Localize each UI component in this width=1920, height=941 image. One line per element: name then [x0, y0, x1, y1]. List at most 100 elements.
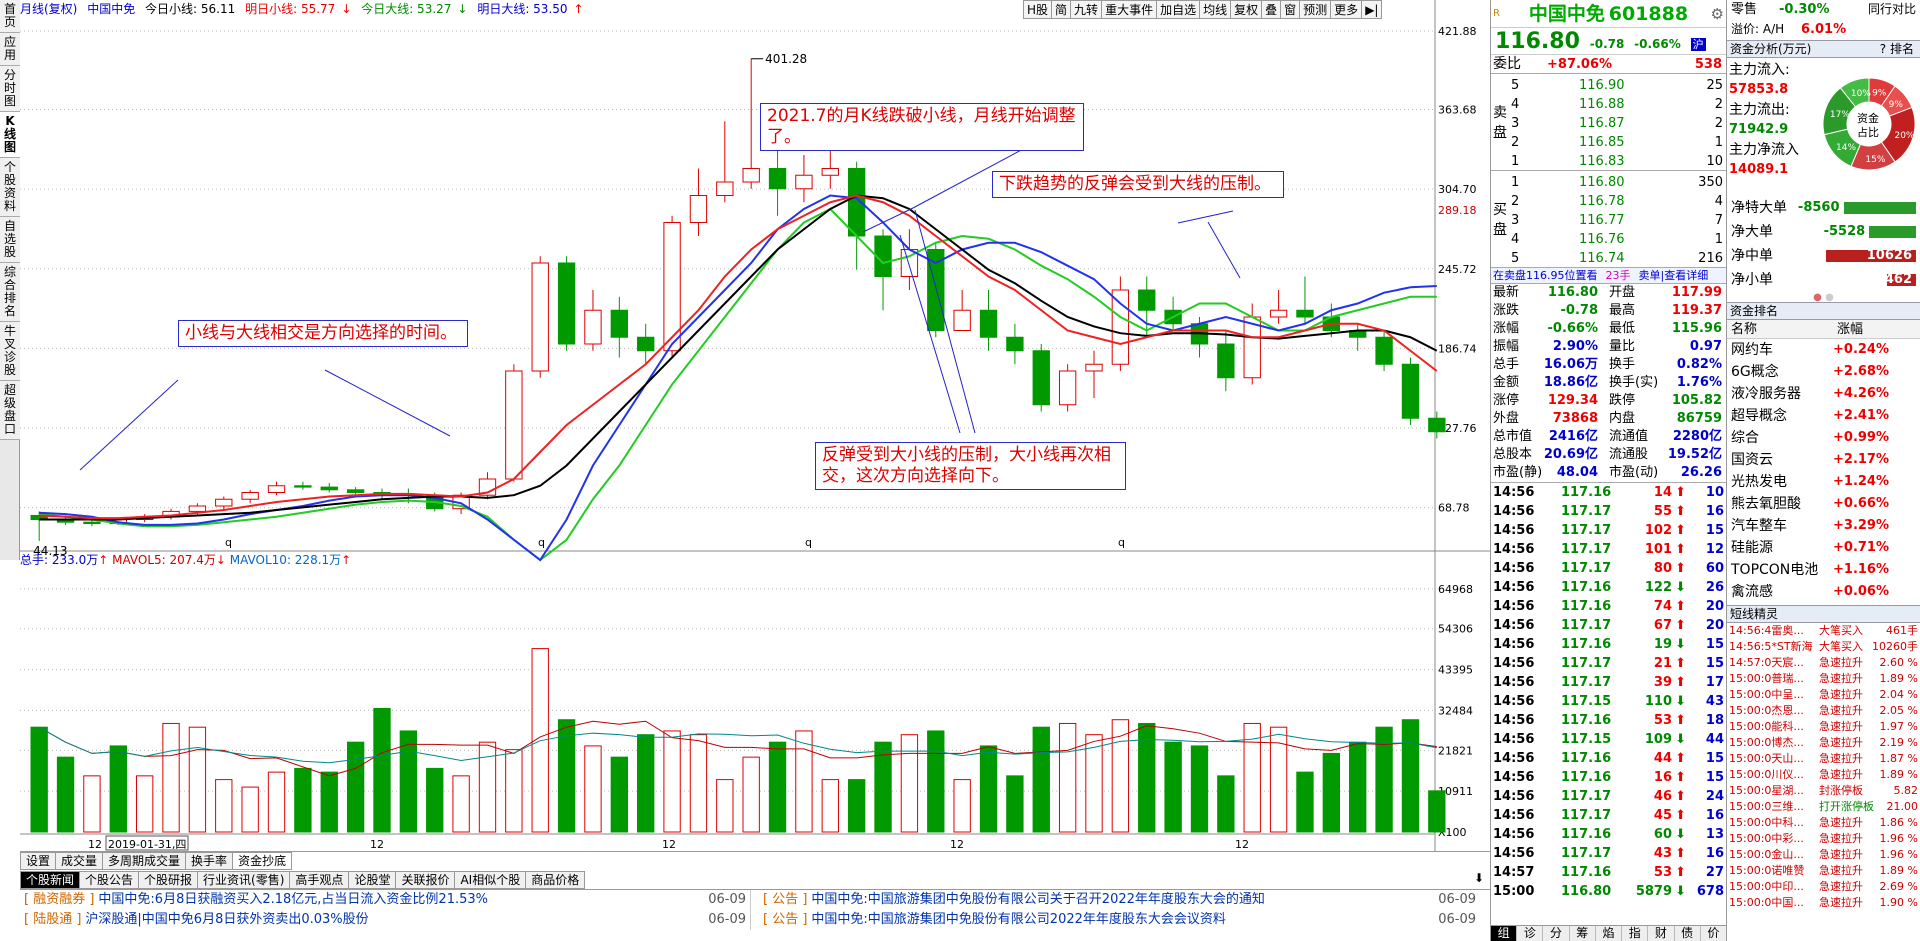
elf-row[interactable]: 15:00:0中呈... 急速拉升 2.04 %: [1727, 687, 1920, 703]
quote-tab-4[interactable]: 焰: [1596, 926, 1623, 941]
news-date: 06-09: [1438, 892, 1476, 907]
stat-row: 市盈(静) 48.04 市盈(动) 26.26: [1493, 465, 1722, 480]
indicator-tool-1[interactable]: 成交量: [55, 852, 104, 870]
left-tab-7[interactable]: 牛叉诊股: [0, 322, 20, 381]
volume-bar: [768, 741, 787, 833]
rank-row[interactable]: 光热发电 +1.24%: [1727, 471, 1920, 493]
quote-tab-5[interactable]: 指: [1622, 926, 1649, 941]
news-tab-8[interactable]: 商品价格: [525, 871, 586, 889]
quote-tab-7[interactable]: 债: [1675, 926, 1701, 941]
volume-bar: [1217, 775, 1235, 833]
news-item[interactable]: [ 陆股通 ] 沪深股通|中国中免6月8日获外资卖出0.03%股份 06-09: [24, 910, 750, 930]
order-book-row[interactable]: 3 116.87 2: [1511, 114, 1725, 133]
peer-compare-link[interactable]: 同行对比: [1868, 0, 1916, 19]
depth-detail-link[interactable]: 卖单|查看详细: [1639, 269, 1709, 282]
indicator-tool-4[interactable]: 资金抄底: [232, 852, 293, 870]
rank-row[interactable]: 硅能源 +0.71%: [1727, 537, 1920, 559]
order-book-row[interactable]: 5 116.74 216: [1511, 249, 1725, 268]
news-tab-6[interactable]: 关联报价: [395, 871, 456, 889]
news-item[interactable]: [ 融资融券 ] 中国中免:6月8日获融资买入2.18亿元,占当日流入资金比例21…: [24, 890, 750, 910]
flow-value: 71942.9: [1729, 122, 1789, 137]
indicator-tool-0[interactable]: 设置: [20, 852, 57, 870]
quote-tab-6[interactable]: 财: [1648, 926, 1675, 941]
news-tab-3[interactable]: 行业资讯(零售): [197, 871, 291, 889]
quote-tab-8[interactable]: 价: [1701, 926, 1727, 941]
news-tabs: 个股新闻 个股公告 个股研报 行业资讯(零售) 高手观点 论股堂 关联报价 AI相似个股 商品价…: [20, 871, 1490, 890]
elf-title: 短线精灵: [1727, 605, 1920, 623]
order-book-row[interactable]: 2 116.78 4: [1511, 192, 1725, 211]
news-tab-7[interactable]: AI相似个股: [454, 871, 527, 889]
rank-row[interactable]: 6G概念 +2.68%: [1727, 361, 1920, 383]
rank-row[interactable]: 液冷服务器 +4.26%: [1727, 383, 1920, 405]
elf-row[interactable]: 15:00:0诺唯赞 急速拉升 1.89 %: [1727, 863, 1920, 879]
sector-label[interactable]: 零售: [1731, 0, 1757, 19]
rank-col-change[interactable]: 涨幅: [1837, 320, 1863, 339]
left-tab-6[interactable]: 综合排名: [0, 263, 20, 322]
news-tab-2[interactable]: 个股研报: [138, 871, 199, 889]
elf-row[interactable]: 15:00:0能科... 急速拉升 1.97 %: [1727, 719, 1920, 735]
elf-row[interactable]: 15:00:0中印... 急速拉升 2.69 %: [1727, 879, 1920, 895]
rank-row[interactable]: 禽流感 +0.06%: [1727, 581, 1920, 603]
elf-row[interactable]: 15:00:0博杰... 急速拉升 2.19 %: [1727, 735, 1920, 751]
left-tab-5[interactable]: 自选股: [0, 217, 20, 263]
rank-row[interactable]: 综合 +0.99%: [1727, 427, 1920, 449]
elf-row[interactable]: 15:00:0普瑞... 急速拉升 1.89 %: [1727, 671, 1920, 687]
elf-row[interactable]: 15:00:0中国... 急速拉升 1.90 %: [1727, 895, 1920, 911]
net-flow-bar: [1869, 226, 1916, 238]
x-axis-label: 12: [950, 838, 964, 851]
news-tab-5[interactable]: 论股堂: [348, 871, 397, 889]
left-tab-2[interactable]: 分时图: [0, 66, 20, 112]
rank-col-name[interactable]: 名称: [1731, 320, 1757, 339]
kline-chart[interactable]: 421.88363.68304.70289.18245.72186.74127.…: [20, 0, 1490, 851]
left-tab-3[interactable]: K线图: [0, 112, 20, 158]
order-book-row[interactable]: 1 116.80 350: [1511, 173, 1725, 192]
net-flow-row: 净小单 3462: [1727, 268, 1920, 292]
news-tab-4[interactable]: 高手观点: [289, 871, 350, 889]
left-tab-0[interactable]: 首页: [0, 0, 20, 33]
quote-tab-1[interactable]: 诊: [1517, 926, 1544, 941]
rank-row[interactable]: 汽车整车 +3.29%: [1727, 515, 1920, 537]
order-book-row[interactable]: 2 116.85 1: [1511, 133, 1725, 152]
rank-row[interactable]: TOPCON电池 +1.16%: [1727, 559, 1920, 581]
news-title: 中国中免:中国旅游集团中免股份有限公司关于召开2022年年度股东大会的通知: [811, 892, 1265, 907]
indicator-tool-3[interactable]: 换手率: [185, 852, 234, 870]
quote-tab-0[interactable]: 组: [1491, 926, 1518, 941]
indicator-tool-2[interactable]: 多周期成交量: [102, 852, 187, 870]
depth-line[interactable]: 在卖盘116.95位置看 23手 卖单|查看详细: [1491, 268, 1726, 284]
elf-row[interactable]: 15:00:0中科... 急速拉升 1.86 %: [1727, 815, 1920, 831]
order-book-row[interactable]: 5 116.90 25: [1511, 76, 1725, 95]
left-tab-4[interactable]: 个股资料: [0, 158, 20, 217]
rank-row[interactable]: 国资云 +2.17%: [1727, 449, 1920, 471]
elf-row[interactable]: 14:56:4雷奥... 大笔买入 461手: [1727, 623, 1920, 639]
candle: [1032, 344, 1050, 412]
order-book-row[interactable]: 1 116.83 10: [1511, 152, 1725, 171]
capital-rank-tab[interactable]: ? 排名: [1880, 41, 1914, 58]
elf-row[interactable]: 14:56:5*ST新海 大笔买入 10260手: [1727, 639, 1920, 655]
order-book-row[interactable]: 4 116.88 2: [1511, 95, 1725, 114]
elf-row[interactable]: 15:00:0金山... 急速拉升 1.96 %: [1727, 847, 1920, 863]
rank-row[interactable]: 超导概念 +2.41%: [1727, 405, 1920, 427]
order-book-row[interactable]: 4 116.76 1: [1511, 230, 1725, 249]
news-tab-1[interactable]: 个股公告: [79, 871, 140, 889]
rank-row[interactable]: 网约车 +0.24%: [1727, 339, 1920, 361]
elf-row[interactable]: 14:57:0天宸... 急速拉升 2.60 %: [1727, 655, 1920, 671]
elf-row[interactable]: 15:00:0星湖... 封涨停板 5.82: [1727, 783, 1920, 799]
news-item[interactable]: [ 公告 ] 中国中免:中国旅游集团中免股份有限公司关于召开2022年年度股东大会…: [763, 890, 1480, 910]
quote-tab-2[interactable]: 分: [1543, 926, 1570, 941]
news-item[interactable]: [ 公告 ] 中国中免:中国旅游集团中免股份有限公司2022年年度股东大会会议资料…: [763, 910, 1480, 930]
elf-row[interactable]: 15:00:0杰恩... 急速拉升 2.05 %: [1727, 703, 1920, 719]
elf-row[interactable]: 15:00:0川仪... 急速拉升 1.89 %: [1727, 767, 1920, 783]
download-icon[interactable]: ⬇: [1474, 871, 1484, 885]
pager-dots[interactable]: ● ●: [1727, 292, 1920, 303]
rank-row[interactable]: 熊去氧胆酸 +0.66%: [1727, 493, 1920, 515]
news-tab-0[interactable]: 个股新闻: [20, 871, 81, 889]
left-tab-1[interactable]: 应用: [0, 33, 20, 66]
gear-icon[interactable]: ⚙: [1711, 0, 1724, 28]
left-tab-8[interactable]: 超级盘口: [0, 381, 20, 440]
elf-row[interactable]: 15:00:0中彩... 急速拉升 1.96 %: [1727, 831, 1920, 847]
elf-row[interactable]: 15:00:0三维... 打开涨停板 21.00: [1727, 799, 1920, 815]
quote-tab-3[interactable]: 筹: [1570, 926, 1596, 941]
order-book-row[interactable]: 3 116.77 7: [1511, 211, 1725, 230]
elf-row[interactable]: 15:00:0天山... 急速拉升 1.87 %: [1727, 751, 1920, 767]
tick-row: 14:56 117.16 44 ⬆ 15: [1493, 751, 1724, 766]
